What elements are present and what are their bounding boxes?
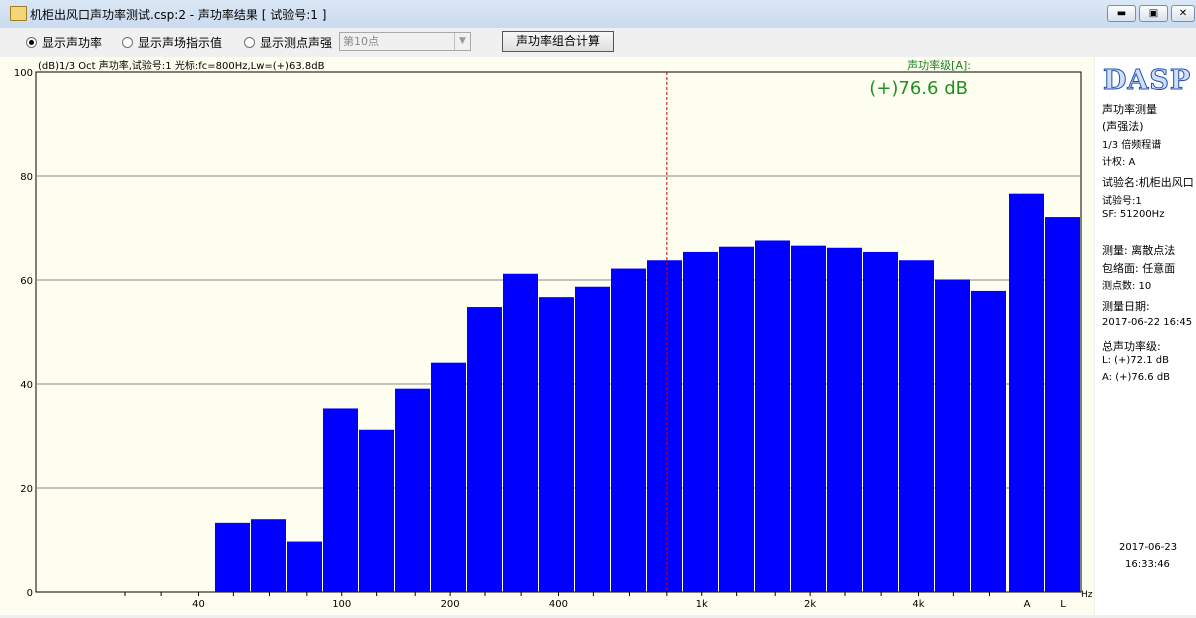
bar <box>503 273 538 592</box>
info-line: 试验号:1 <box>1102 196 1142 207</box>
y-tick-label: 20 <box>20 484 33 495</box>
bar <box>287 541 322 592</box>
total-bar <box>1045 217 1080 592</box>
bar <box>359 429 394 592</box>
info-line: 测点数: 10 <box>1102 281 1152 292</box>
level-value: (+)76.6 dB <box>869 78 968 99</box>
info-line: 2017-06-22 16:45 <box>1102 317 1193 328</box>
info-line: 测量日期: <box>1102 300 1150 313</box>
y-tick-label: 40 <box>20 380 33 391</box>
window-title: 机柜出风口声功率测试.csp:2 - 声功率结果 [ 试验号:1 ] <box>30 8 327 22</box>
radio-dot-icon <box>26 36 37 48</box>
bar <box>971 290 1006 592</box>
toolbar: 显示声功率 显示声场指示值 显示测点声强 第10点 ▼ 声功率组合计算 <box>0 28 1196 56</box>
point-select[interactable]: 第10点 ▼ <box>339 32 471 51</box>
x-tick-label: 400 <box>549 599 568 610</box>
info-line: 测量: 离散点法 <box>1102 244 1176 257</box>
info-line: 计权: A <box>1102 157 1136 168</box>
bar <box>791 245 826 592</box>
info-line: 总声功率级: <box>1102 340 1161 353</box>
bar <box>935 279 970 592</box>
x-tick-label: 200 <box>441 599 460 610</box>
y-tick-label: 60 <box>20 276 33 287</box>
radio-point-intensity[interactable]: 显示测点声强 <box>244 34 332 50</box>
x-tick-label: 40 <box>192 599 205 610</box>
chevron-down-icon[interactable]: ▼ <box>454 33 470 50</box>
bar <box>395 388 430 592</box>
x-unit-label: Hz <box>1081 590 1093 600</box>
bars <box>215 193 1080 593</box>
y-tick-label: 0 <box>27 588 33 599</box>
info-line: SF: 51200Hz <box>1102 209 1165 220</box>
info-line: 包络面: 任意面 <box>1102 262 1176 275</box>
plot-area: 0 20 40 60 80 100 40 100 200 400 1k 2k 4k A L (dB)1/3… <box>0 57 1094 615</box>
point-select-value: 第10点 <box>343 35 379 48</box>
x-tick-label: 1k <box>696 599 708 610</box>
bar <box>827 247 862 592</box>
bar <box>467 307 502 592</box>
x-tick-label: 4k <box>912 599 924 610</box>
level-label: 声功率级[A]: <box>907 58 971 72</box>
x-tick-label: 100 <box>332 599 351 610</box>
minimize-button[interactable]: ▬ <box>1107 5 1136 22</box>
bar <box>683 251 718 593</box>
bar <box>323 408 358 592</box>
info-line: (声强法) <box>1102 120 1144 133</box>
radio-dot-icon <box>122 36 133 48</box>
bar <box>215 522 250 592</box>
info-line: A: (+)76.6 dB <box>1102 372 1171 383</box>
bar <box>251 519 286 592</box>
radio-field-indicator[interactable]: 显示声场指示值 <box>122 34 222 50</box>
y-tick-label: 80 <box>20 172 33 183</box>
info-line: 声功率测量 <box>1102 103 1157 116</box>
spectrum-chart[interactable]: 0 20 40 60 80 100 40 100 200 400 1k 2k 4k A L (dB)1/3… <box>0 57 1094 615</box>
bar <box>539 297 574 592</box>
close-button[interactable]: ✕ <box>1171 5 1195 22</box>
bar <box>863 251 898 593</box>
title-bar: 机柜出风口声功率测试.csp:2 - 声功率结果 [ 试验号:1 ] ▬ ▣ ✕ <box>0 0 1196 28</box>
bar <box>431 362 466 592</box>
bar <box>647 260 682 592</box>
radio-label: 显示声场指示值 <box>138 35 223 50</box>
dasp-logo: DASP <box>1102 65 1192 97</box>
bar <box>755 240 790 593</box>
folder-icon <box>10 6 27 21</box>
maximize-button[interactable]: ▣ <box>1139 5 1168 22</box>
current-time: 16:33:46 <box>1125 559 1170 570</box>
radio-dot-icon <box>244 36 255 48</box>
info-line: L: (+)72.1 dB <box>1102 355 1169 366</box>
bar <box>611 268 646 592</box>
total-bar <box>1009 193 1044 592</box>
y-axis-ticks: 0 20 40 60 80 100 <box>14 68 33 599</box>
x-tick-label: 2k <box>804 599 816 610</box>
info-panel: DASP 声功率测量 (声强法) 1/3 倍频程谱 计权: A 试验名:机柜出风… <box>1095 57 1196 615</box>
x-axis-ticks: 40 100 200 400 1k 2k 4k A L <box>124 592 1066 610</box>
total-tick-label: L <box>1060 599 1066 610</box>
info-line: 1/3 倍频程谱 <box>1102 140 1162 151</box>
combined-calc-button[interactable]: 声功率组合计算 <box>502 31 614 52</box>
info-line: 试验名:机柜出风口 <box>1102 176 1194 189</box>
bar <box>899 260 934 592</box>
y-tick-label: 100 <box>14 68 33 79</box>
bar <box>575 286 610 592</box>
radio-label: 显示声功率 <box>42 35 103 50</box>
bar <box>719 246 754 592</box>
plot-header: (dB)1/3 Oct 声功率,试验号:1 光标:fc=800Hz,Lw=(+)… <box>38 59 325 72</box>
current-date: 2017-06-23 <box>1119 542 1178 553</box>
radio-label: 显示测点声强 <box>260 35 333 50</box>
radio-sound-power[interactable]: 显示声功率 <box>26 34 102 50</box>
total-tick-label: A <box>1024 599 1031 610</box>
